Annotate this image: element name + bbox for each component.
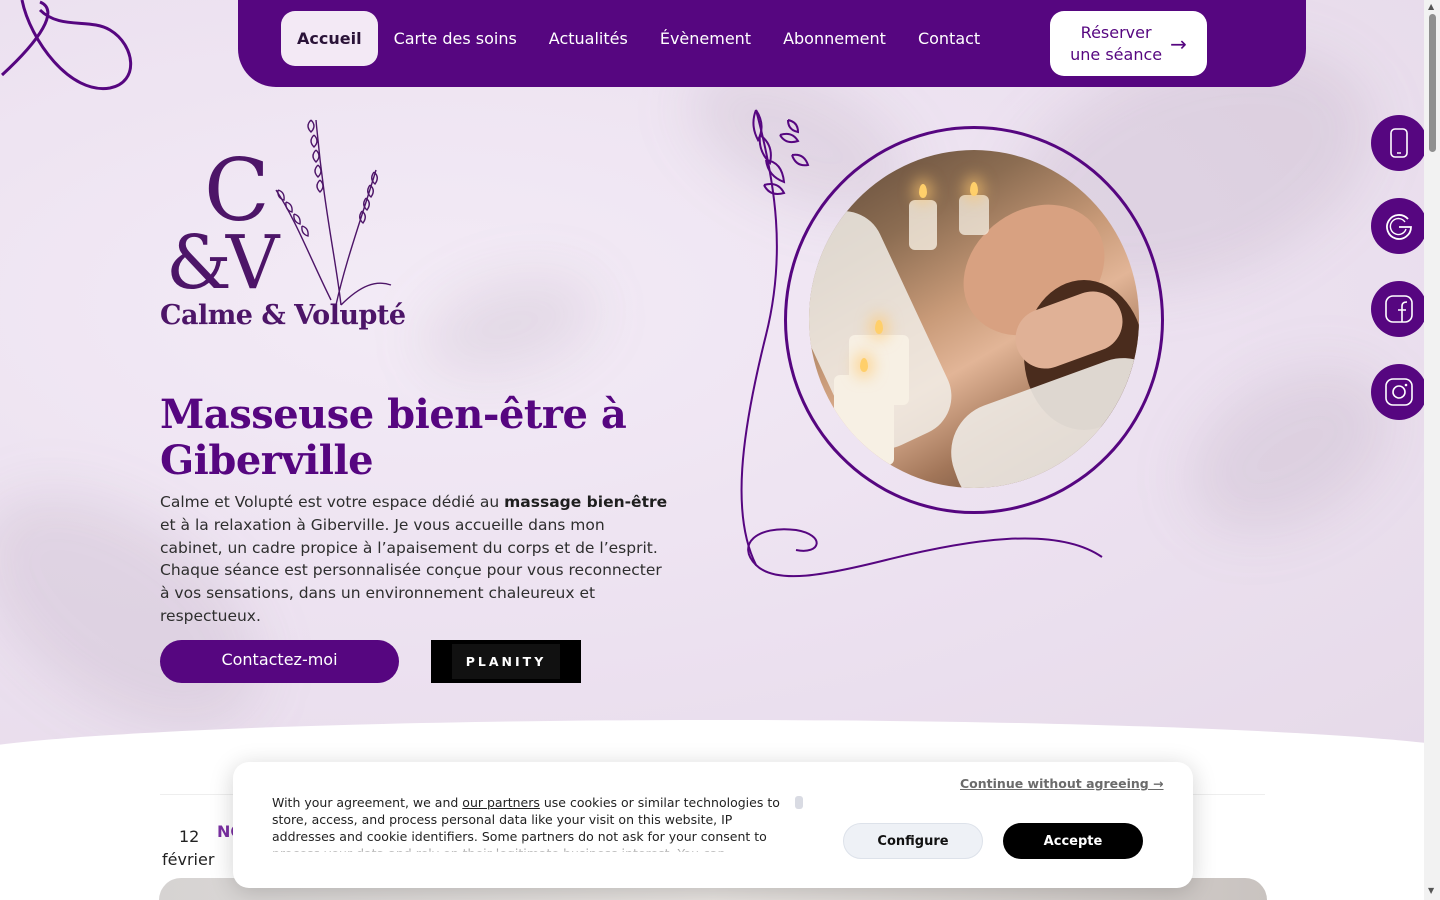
arrow-right-icon: → bbox=[1170, 31, 1187, 56]
reserve-label: Réserver une séance bbox=[1070, 22, 1162, 66]
candle-flame bbox=[860, 358, 868, 372]
leaf-shadow bbox=[411, 258, 609, 392]
google-icon bbox=[1386, 214, 1412, 240]
cookie-text-part: With your agreement, we and bbox=[272, 795, 463, 810]
partners-link[interactable]: our partners bbox=[462, 795, 540, 810]
cookie-consent-banner: Continue without agreeing → With your ag… bbox=[233, 762, 1193, 888]
cookie-text-scrollbar[interactable] bbox=[795, 796, 803, 809]
scroll-up-icon[interactable]: ▲ bbox=[1428, 2, 1434, 11]
logo-letters-v: &V bbox=[166, 220, 279, 306]
phone-button[interactable] bbox=[1371, 115, 1427, 171]
news-date-day: 12 bbox=[179, 827, 200, 846]
planity-button[interactable]: PLANITY bbox=[431, 640, 581, 683]
nav-item-evenement[interactable]: Évènement bbox=[644, 11, 767, 66]
candle-flame bbox=[875, 320, 883, 334]
facebook-button[interactable] bbox=[1371, 281, 1427, 337]
hero-bottom-curve bbox=[0, 720, 1424, 760]
hero-text-part: Calme et Volupté est votre espace dédié … bbox=[160, 493, 505, 511]
lavender-icon bbox=[275, 119, 392, 306]
scrollbar-thumb[interactable] bbox=[1429, 14, 1436, 152]
nav-item-actualites[interactable]: Actualités bbox=[533, 11, 644, 66]
reserve-session-button[interactable]: Réserver une séance → bbox=[1050, 11, 1207, 76]
candle bbox=[834, 375, 894, 465]
nav-item-carte-des-soins[interactable]: Carte des soins bbox=[378, 11, 533, 66]
nav-item-accueil[interactable]: Accueil bbox=[281, 10, 378, 66]
instagram-icon bbox=[1385, 378, 1413, 406]
facebook-icon bbox=[1385, 295, 1413, 323]
hero-title: Masseuse bien-être à Giberville bbox=[160, 391, 627, 484]
logo-name: Calme & Volupté bbox=[160, 300, 406, 331]
continue-without-agreeing-link[interactable]: Continue without agreeing → bbox=[960, 776, 1164, 791]
main-nav: Accueil Carte des soins Actualités Évène… bbox=[238, 0, 1306, 87]
massage-photo bbox=[809, 150, 1139, 488]
news-date-month: février bbox=[162, 850, 215, 869]
candle-flame bbox=[970, 182, 978, 196]
cookie-text-fade bbox=[272, 840, 797, 856]
contact-button[interactable]: Contactez-moi bbox=[160, 640, 399, 683]
hero-text-bold: massage bien-être bbox=[504, 493, 668, 511]
nav-item-abonnement[interactable]: Abonnement bbox=[767, 11, 902, 66]
hero-text-part: et à la relaxation à Giberville. Je vous… bbox=[160, 515, 662, 625]
site-logo[interactable]: C &V Calme & Volupté bbox=[160, 110, 406, 340]
decorative-loop-icon bbox=[0, 0, 133, 91]
candle bbox=[959, 195, 989, 235]
instagram-button[interactable] bbox=[1371, 364, 1427, 420]
scroll-down-icon[interactable]: ▼ bbox=[1428, 886, 1434, 895]
reserve-label-line1: Réserver bbox=[1080, 22, 1152, 42]
hero-description: Calme et Volupté est votre espace dédié … bbox=[160, 491, 670, 628]
google-button[interactable] bbox=[1371, 198, 1427, 254]
configure-button[interactable]: Configure bbox=[843, 823, 983, 859]
accept-button[interactable]: Accepte bbox=[1003, 823, 1143, 859]
phone-icon bbox=[1390, 128, 1408, 158]
reserve-label-line2: une séance bbox=[1070, 44, 1163, 64]
planity-logo: PLANITY bbox=[451, 644, 561, 679]
candle-flame bbox=[919, 184, 927, 198]
candle bbox=[909, 200, 937, 250]
nav-item-contact[interactable]: Contact bbox=[902, 11, 996, 66]
